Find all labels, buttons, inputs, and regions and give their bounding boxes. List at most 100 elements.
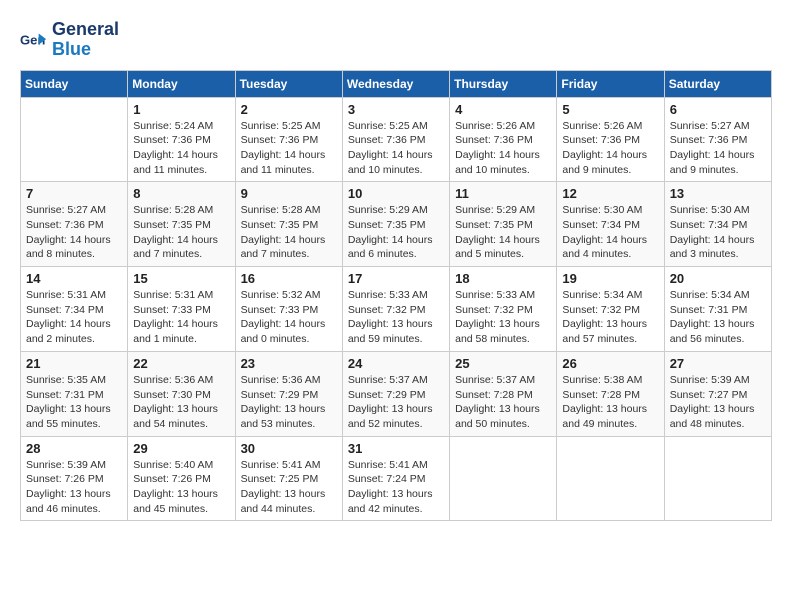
calendar-cell: 22Sunrise: 5:36 AM Sunset: 7:30 PM Dayli… xyxy=(128,351,235,436)
day-info: Sunrise: 5:36 AM Sunset: 7:29 PM Dayligh… xyxy=(241,373,337,432)
calendar-cell: 26 Sunrise: 5:38 AM Sunset: 7:28 PM Dayli… xyxy=(557,351,664,436)
day-info: Sunrise: 5:34 AM Sunset: 7:32 PM Dayligh… xyxy=(562,288,658,347)
day-info: Sunrise: 5:30 AM Sunset: 7:34 PM Dayligh… xyxy=(670,203,766,262)
day-info: Sunrise: 5:40 AM Sunset: 7:26 PM Dayligh… xyxy=(133,458,229,517)
day-info: Sunrise: 5:28 AM Sunset: 7:35 PM Dayligh… xyxy=(133,203,229,262)
calendar-cell: 27Sunrise: 5:39 AM Sunset: 7:27 PM Dayli… xyxy=(664,351,771,436)
calendar-header-row: SundayMondayTuesdayWednesdayThursdayFrid… xyxy=(21,70,772,97)
day-number: 24 xyxy=(348,356,444,371)
day-info: Sunrise: 5:28 AM Sunset: 7:35 PM Dayligh… xyxy=(241,203,337,262)
calendar-cell xyxy=(21,97,128,182)
day-number: 25 xyxy=(455,356,551,371)
day-number: 18 xyxy=(455,271,551,286)
calendar-cell: 24Sunrise: 5:37 AM Sunset: 7:29 PM Dayli… xyxy=(342,351,449,436)
calendar-cell: 9 Sunrise: 5:28 AM Sunset: 7:35 PM Daylig… xyxy=(235,182,342,267)
calendar-week-row: 1 Sunrise: 5:24 AM Sunset: 7:36 PM Daylig… xyxy=(21,97,772,182)
calendar-cell: 21 Sunrise: 5:35 AM Sunset: 7:31 PM Dayli… xyxy=(21,351,128,436)
calendar-cell: 4 Sunrise: 5:26 AM Sunset: 7:36 PM Daylig… xyxy=(450,97,557,182)
calendar-cell: 16 Sunrise: 5:32 AM Sunset: 7:33 PM Dayli… xyxy=(235,267,342,352)
logo-text-general: General xyxy=(52,20,119,40)
calendar-week-row: 21 Sunrise: 5:35 AM Sunset: 7:31 PM Dayli… xyxy=(21,351,772,436)
logo: Gen General Blue xyxy=(20,20,119,60)
calendar-week-row: 14 Sunrise: 5:31 AM Sunset: 7:34 PM Dayli… xyxy=(21,267,772,352)
day-info: Sunrise: 5:35 AM Sunset: 7:31 PM Dayligh… xyxy=(26,373,122,432)
day-number: 9 xyxy=(241,186,337,201)
calendar-cell: 30 Sunrise: 5:41 AM Sunset: 7:25 PM Dayli… xyxy=(235,436,342,521)
day-info: Sunrise: 5:32 AM Sunset: 7:33 PM Dayligh… xyxy=(241,288,337,347)
calendar-cell: 8 Sunrise: 5:28 AM Sunset: 7:35 PM Daylig… xyxy=(128,182,235,267)
day-number: 12 xyxy=(562,186,658,201)
calendar-cell: 13 Sunrise: 5:30 AM Sunset: 7:34 PM Dayli… xyxy=(664,182,771,267)
day-info: Sunrise: 5:41 AM Sunset: 7:24 PM Dayligh… xyxy=(348,458,444,517)
day-number: 5 xyxy=(562,102,658,117)
day-number: 21 xyxy=(26,356,122,371)
day-number: 23 xyxy=(241,356,337,371)
day-number: 19 xyxy=(562,271,658,286)
day-info: Sunrise: 5:33 AM Sunset: 7:32 PM Dayligh… xyxy=(348,288,444,347)
day-info: Sunrise: 5:26 AM Sunset: 7:36 PM Dayligh… xyxy=(455,119,551,178)
day-info: Sunrise: 5:34 AM Sunset: 7:31 PM Dayligh… xyxy=(670,288,766,347)
page-header: Gen General Blue xyxy=(20,20,772,60)
day-info: Sunrise: 5:24 AM Sunset: 7:36 PM Dayligh… xyxy=(133,119,229,178)
day-number: 1 xyxy=(133,102,229,117)
day-number: 17 xyxy=(348,271,444,286)
calendar-cell: 5 Sunrise: 5:26 AM Sunset: 7:36 PM Daylig… xyxy=(557,97,664,182)
day-header-monday: Monday xyxy=(128,70,235,97)
day-number: 30 xyxy=(241,441,337,456)
day-number: 3 xyxy=(348,102,444,117)
day-number: 13 xyxy=(670,186,766,201)
calendar-cell: 23 Sunrise: 5:36 AM Sunset: 7:29 PM Dayli… xyxy=(235,351,342,436)
day-number: 27 xyxy=(670,356,766,371)
calendar-cell: 20 Sunrise: 5:34 AM Sunset: 7:31 PM Dayli… xyxy=(664,267,771,352)
calendar-cell: 14 Sunrise: 5:31 AM Sunset: 7:34 PM Dayli… xyxy=(21,267,128,352)
calendar-cell: 18 Sunrise: 5:33 AM Sunset: 7:32 PM Dayli… xyxy=(450,267,557,352)
calendar-cell: 19 Sunrise: 5:34 AM Sunset: 7:32 PM Dayli… xyxy=(557,267,664,352)
day-info: Sunrise: 5:26 AM Sunset: 7:36 PM Dayligh… xyxy=(562,119,658,178)
day-header-tuesday: Tuesday xyxy=(235,70,342,97)
day-number: 8 xyxy=(133,186,229,201)
day-info: Sunrise: 5:31 AM Sunset: 7:34 PM Dayligh… xyxy=(26,288,122,347)
logo-text-blue: Blue xyxy=(52,40,119,60)
day-info: Sunrise: 5:27 AM Sunset: 7:36 PM Dayligh… xyxy=(26,203,122,262)
day-number: 4 xyxy=(455,102,551,117)
day-number: 7 xyxy=(26,186,122,201)
day-header-thursday: Thursday xyxy=(450,70,557,97)
day-info: Sunrise: 5:30 AM Sunset: 7:34 PM Dayligh… xyxy=(562,203,658,262)
day-number: 16 xyxy=(241,271,337,286)
day-header-saturday: Saturday xyxy=(664,70,771,97)
calendar-cell: 6 Sunrise: 5:27 AM Sunset: 7:36 PM Daylig… xyxy=(664,97,771,182)
day-number: 28 xyxy=(26,441,122,456)
day-number: 6 xyxy=(670,102,766,117)
calendar-cell xyxy=(450,436,557,521)
day-number: 10 xyxy=(348,186,444,201)
day-number: 14 xyxy=(26,271,122,286)
calendar-week-row: 7 Sunrise: 5:27 AM Sunset: 7:36 PM Daylig… xyxy=(21,182,772,267)
day-info: Sunrise: 5:29 AM Sunset: 7:35 PM Dayligh… xyxy=(455,203,551,262)
day-info: Sunrise: 5:33 AM Sunset: 7:32 PM Dayligh… xyxy=(455,288,551,347)
day-number: 31 xyxy=(348,441,444,456)
calendar-cell: 1 Sunrise: 5:24 AM Sunset: 7:36 PM Daylig… xyxy=(128,97,235,182)
calendar-cell: 31 Sunrise: 5:41 AM Sunset: 7:24 PM Dayli… xyxy=(342,436,449,521)
day-info: Sunrise: 5:39 AM Sunset: 7:26 PM Dayligh… xyxy=(26,458,122,517)
day-info: Sunrise: 5:38 AM Sunset: 7:28 PM Dayligh… xyxy=(562,373,658,432)
day-number: 11 xyxy=(455,186,551,201)
day-info: Sunrise: 5:37 AM Sunset: 7:28 PM Dayligh… xyxy=(455,373,551,432)
calendar-cell: 11 Sunrise: 5:29 AM Sunset: 7:35 PM Dayli… xyxy=(450,182,557,267)
calendar-table: SundayMondayTuesdayWednesdayThursdayFrid… xyxy=(20,70,772,522)
day-info: Sunrise: 5:36 AM Sunset: 7:30 PM Dayligh… xyxy=(133,373,229,432)
calendar-cell: 28 Sunrise: 5:39 AM Sunset: 7:26 PM Dayli… xyxy=(21,436,128,521)
calendar-cell: 12 Sunrise: 5:30 AM Sunset: 7:34 PM Dayli… xyxy=(557,182,664,267)
calendar-cell: 17 Sunrise: 5:33 AM Sunset: 7:32 PM Dayli… xyxy=(342,267,449,352)
day-number: 26 xyxy=(562,356,658,371)
day-header-wednesday: Wednesday xyxy=(342,70,449,97)
day-info: Sunrise: 5:29 AM Sunset: 7:35 PM Dayligh… xyxy=(348,203,444,262)
calendar-week-row: 28 Sunrise: 5:39 AM Sunset: 7:26 PM Dayli… xyxy=(21,436,772,521)
day-info: Sunrise: 5:41 AM Sunset: 7:25 PM Dayligh… xyxy=(241,458,337,517)
day-header-sunday: Sunday xyxy=(21,70,128,97)
day-info: Sunrise: 5:27 AM Sunset: 7:36 PM Dayligh… xyxy=(670,119,766,178)
calendar-cell: 2Sunrise: 5:25 AM Sunset: 7:36 PM Daylig… xyxy=(235,97,342,182)
calendar-cell: 25 Sunrise: 5:37 AM Sunset: 7:28 PM Dayli… xyxy=(450,351,557,436)
day-info: Sunrise: 5:25 AM Sunset: 7:36 PM Dayligh… xyxy=(241,119,337,178)
calendar-cell: 3Sunrise: 5:25 AM Sunset: 7:36 PM Daylig… xyxy=(342,97,449,182)
day-number: 20 xyxy=(670,271,766,286)
